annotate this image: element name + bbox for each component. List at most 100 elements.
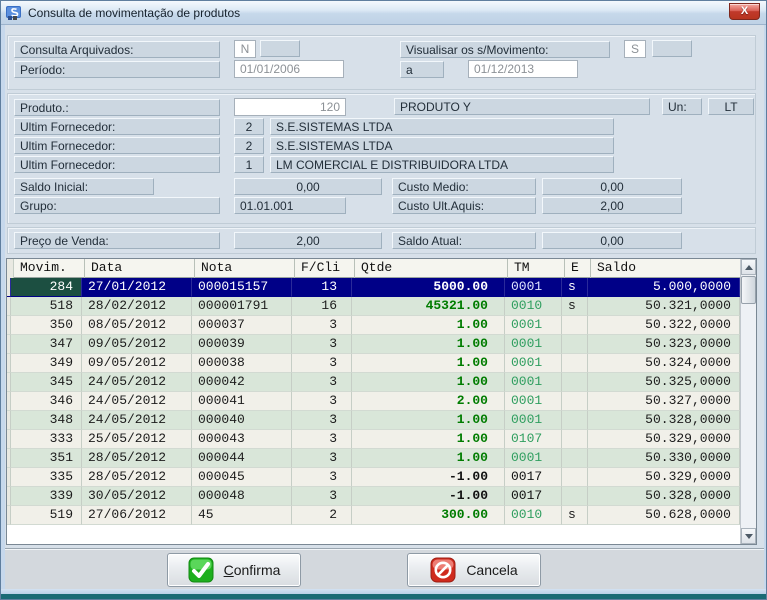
cell-qtde: 1.00 [352,335,505,354]
cell-data: 24/05/2012 [82,392,192,411]
cell-e [562,468,588,487]
periodo-ate-input[interactable]: 01/12/2013 [468,60,578,78]
scroll-up-button[interactable] [741,259,756,275]
cell-movim: 335 [11,468,82,487]
cell-fcli: 3 [292,392,352,411]
table-row[interactable]: 33930/05/20120000483-1.00001750.328,0000 [7,487,740,506]
consulta-arquivados-input[interactable]: N [234,40,256,58]
cell-data: 09/05/2012 [82,354,192,373]
header-e: E [565,259,591,278]
cell-e [562,392,588,411]
produto-codigo-input[interactable]: 120 [234,98,346,116]
cell-fcli: 3 [292,373,352,392]
cell-e: s [562,297,588,316]
cell-data: 28/02/2012 [82,297,192,316]
cell-saldo: 50.322,0000 [588,316,740,335]
cell-e [562,373,588,392]
cell-movim: 348 [11,411,82,430]
movements-table-inner: Movim. Data Nota F/Cli Qtde TM E Saldo 2… [7,259,740,544]
cell-e [562,316,588,335]
table-row[interactable]: 35008/05/201200003731.00000150.322,0000 [7,316,740,335]
cell-data: 30/05/2012 [82,487,192,506]
saldo-inicial-label: Saldo Inicial: [14,178,154,195]
custo-medio-label: Custo Medio: [392,178,536,195]
scrollbar-thumb[interactable] [741,276,756,304]
cell-nota: 45 [192,506,292,525]
scroll-down-button[interactable] [741,528,756,544]
cell-saldo: 50.324,0000 [588,354,740,373]
visualizar-movimento-input[interactable]: S [624,40,646,58]
title-bar: Consulta de movimentação de produtos X [1,1,766,25]
produto-nome-box: PRODUTO Y [394,98,650,115]
cell-movim: 349 [11,354,82,373]
visualizar-movimento-aux-box [652,40,692,57]
cell-saldo: 50.628,0000 [588,506,740,525]
cell-nota: 000043 [192,430,292,449]
table-row[interactable]: 34709/05/201200003931.00000150.323,0000 [7,335,740,354]
saldo-atual-valor: 0,00 [542,232,682,249]
cell-fcli: 3 [292,316,352,335]
movements-table: Movim. Data Nota F/Cli Qtde TM E Saldo 2… [6,258,757,545]
cell-fcli: 3 [292,430,352,449]
cell-saldo: 50.323,0000 [588,335,740,354]
cell-tm: 0001 [505,392,562,411]
table-row[interactable]: 51828/02/20120000017911645321.000010s50.… [7,297,740,316]
cell-nota: 000044 [192,449,292,468]
cell-saldo: 5.000,0000 [588,278,740,297]
table-row[interactable]: 28427/01/2012000015157135000.000001s5.00… [7,278,740,297]
cancela-label: Cancela [466,562,517,578]
close-button[interactable]: X [729,3,760,20]
cell-movim: 333 [11,430,82,449]
table-row[interactable]: 34624/05/201200004132.00000150.327,0000 [7,392,740,411]
cell-qtde: 1.00 [352,316,505,335]
table-row[interactable]: 34824/05/201200004031.00000150.328,0000 [7,411,740,430]
header-indicator [7,259,14,278]
cell-qtde: 1.00 [352,449,505,468]
cell-qtde: 300.00 [352,506,505,525]
cell-tm: 0010 [505,297,562,316]
table-body: 28427/01/2012000015157135000.000001s5.00… [7,278,740,525]
cell-saldo: 50.330,0000 [588,449,740,468]
cell-e [562,449,588,468]
cell-data: 28/05/2012 [82,449,192,468]
fornecedor-1-codigo: 2 [234,118,264,135]
cell-movim: 345 [11,373,82,392]
fornecedor-3-codigo: 1 [234,156,264,173]
header-qtde: Qtde [355,259,508,278]
table-row[interactable]: 34524/05/201200004231.00000150.325,0000 [7,373,740,392]
cell-data: 27/06/2012 [82,506,192,525]
header-fcli: F/Cli [295,259,355,278]
header-tm: TM [508,259,565,278]
cell-e [562,354,588,373]
cell-e [562,430,588,449]
filters-section: Consulta Arquivados: N Visualisar os s/M… [7,35,756,90]
cell-saldo: 50.325,0000 [588,373,740,392]
cell-fcli: 3 [292,468,352,487]
grupo-valor: 01.01.001 [234,197,346,214]
cell-nota: 000038 [192,354,292,373]
cell-tm: 0017 [505,487,562,506]
down-arrow-icon [745,534,753,539]
cell-tm: 0017 [505,468,562,487]
cell-saldo: 50.328,0000 [588,487,740,506]
unidade-label: Un: [662,98,702,115]
cell-fcli: 3 [292,411,352,430]
consulta-arquivados-label: Consulta Arquivados: [14,41,220,58]
confirma-button[interactable]: Confirma [167,553,301,587]
table-row[interactable]: 51927/06/2012452300.000010s50.628,0000 [7,506,740,525]
cell-qtde: 5000.00 [352,278,505,297]
table-row[interactable]: 35128/05/201200004431.00000150.330,0000 [7,449,740,468]
fornecedor-1-nome: S.E.SISTEMAS LTDA [270,118,614,135]
table-row[interactable]: 34909/05/201200003831.00000150.324,0000 [7,354,740,373]
cell-nota: 000041 [192,392,292,411]
table-row[interactable]: 33325/05/201200004331.00010750.329,0000 [7,430,740,449]
window-title: Consulta de movimentação de produtos [28,6,240,20]
table-row[interactable]: 33528/05/20120000453-1.00001750.329,0000 [7,468,740,487]
periodo-label: Período: [14,61,220,78]
cell-qtde: 2.00 [352,392,505,411]
cancela-button[interactable]: Cancela [407,553,541,587]
periodo-de-input[interactable]: 01/01/2006 [234,60,344,78]
vertical-scrollbar[interactable] [740,259,756,544]
cell-movim: 351 [11,449,82,468]
green-check-icon [188,557,214,583]
